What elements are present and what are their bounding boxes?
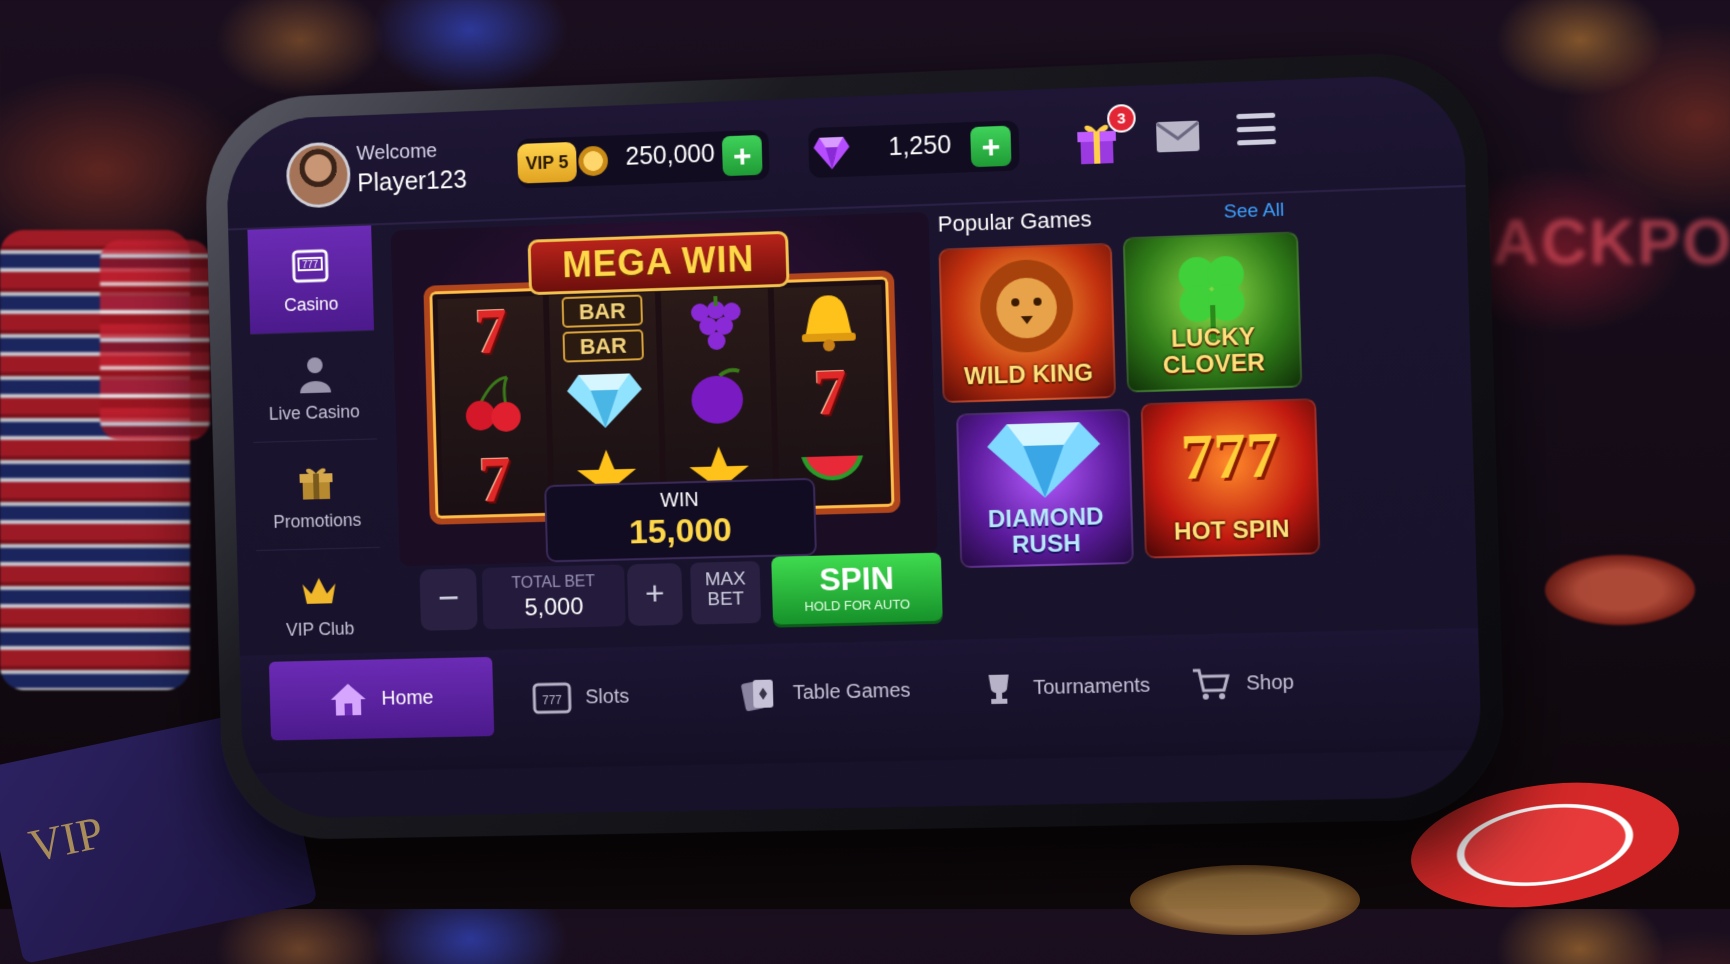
- spin-label: SPIN: [818, 559, 895, 598]
- spin-sub-label: HOLD FOR AUTO: [804, 596, 911, 614]
- decrease-bet-button[interactable]: −: [419, 568, 478, 631]
- game-tile-lucky-clover[interactable]: LUCKY CLOVER: [1122, 231, 1303, 393]
- game-tile-diamond-rush[interactable]: DIAMOND RUSH: [956, 408, 1134, 569]
- 777-icon: 777: [1179, 418, 1280, 494]
- nav-label: Slots: [585, 685, 630, 708]
- gold-poker-chip: [1130, 865, 1360, 935]
- add-coins-button[interactable]: +: [721, 134, 763, 177]
- see-all-link[interactable]: See All: [1223, 199, 1284, 223]
- seven-symbol: 7: [477, 443, 513, 517]
- jackpot-sign: JACKPOT: [1455, 206, 1730, 278]
- game-tile-wild-king[interactable]: WILD KING: [938, 242, 1117, 404]
- gem-balance: 1,250: [888, 130, 952, 162]
- sidebar-item-live-casino[interactable]: Live Casino: [250, 333, 377, 443]
- increase-bet-button[interactable]: +: [626, 563, 683, 627]
- crown-icon: [302, 577, 336, 604]
- slot-machine-icon: 777: [290, 245, 330, 286]
- reel-4: 7: [773, 284, 888, 502]
- sidebar-item-label: VIP Club: [285, 618, 355, 640]
- game-title: HOT SPIN: [1173, 515, 1291, 546]
- game-title: WILD KING: [963, 359, 1094, 391]
- svg-text:777: 777: [302, 260, 318, 271]
- svg-text:777: 777: [542, 693, 562, 707]
- menu-icon[interactable]: [1236, 112, 1277, 151]
- total-bet-value: 5,000: [524, 593, 584, 622]
- popular-games-title: Popular Games: [937, 206, 1093, 237]
- dealer-icon: [299, 357, 332, 394]
- welcome-text: Welcome: [356, 140, 438, 165]
- bar-bar-symbol: BAR BAR: [549, 292, 657, 365]
- reel-3: [660, 288, 774, 505]
- bar-label: BAR: [562, 329, 644, 363]
- nav-label: Tournaments: [1032, 674, 1151, 699]
- cherries-icon: [439, 367, 546, 439]
- plum-icon: [663, 360, 772, 433]
- diamond-icon: [551, 364, 659, 437]
- username: Player123: [356, 165, 468, 198]
- nav-table-games[interactable]: Table Games: [738, 641, 912, 745]
- game-title: DIAMOND RUSH: [961, 503, 1132, 560]
- sidebar: 777 Casino Live Casino Promotions VIP Cl…: [247, 225, 383, 667]
- sidebar-item-label: Live Casino: [268, 401, 361, 424]
- nav-label: Table Games: [792, 679, 911, 704]
- win-amount: 15,000: [628, 510, 733, 552]
- lion-icon: [978, 258, 1075, 354]
- game-title-line2: RUSH: [1011, 529, 1082, 559]
- vip-card-text: VIP: [24, 806, 108, 872]
- add-gems-button[interactable]: +: [970, 125, 1012, 168]
- sidebar-item-casino[interactable]: 777 Casino: [247, 225, 375, 335]
- max-bet-button[interactable]: MAX BET: [690, 561, 762, 625]
- sidebar-item-label: Casino: [283, 293, 339, 316]
- spin-button[interactable]: SPIN HOLD FOR AUTO: [771, 552, 943, 625]
- seven-symbol: 7: [812, 355, 848, 430]
- nav-slots[interactable]: 777 Slots: [531, 647, 630, 748]
- max-bet-label-line2: BET: [707, 588, 745, 611]
- slot-machine-icon: 777: [532, 680, 572, 717]
- phone-device: Welcome Player123 VIP 5 250,000 + 1,250 …: [203, 49, 1507, 841]
- nav-label: Home: [381, 686, 434, 710]
- diamond-icon: [986, 421, 1102, 500]
- total-bet-label: TOTAL BET: [511, 573, 596, 593]
- game-tile-777-hot-spin[interactable]: 777 HOT SPIN: [1140, 398, 1321, 559]
- total-bet-display: TOTAL BET 5,000: [481, 564, 626, 630]
- win-display: WIN 15,000: [544, 477, 817, 563]
- background-chip-stack-2: [100, 240, 210, 440]
- home-icon: [330, 683, 367, 716]
- seven-symbol: 7: [473, 295, 509, 369]
- max-bet-label-line1: MAX: [704, 568, 746, 591]
- gem-icon: [814, 136, 850, 170]
- reel-2: BAR BAR: [548, 292, 661, 508]
- gift-count-badge: 3: [1106, 103, 1137, 134]
- sidebar-item-vip-club[interactable]: VIP Club: [256, 551, 383, 658]
- bar-label: BAR: [561, 294, 644, 328]
- cards-icon: [740, 679, 774, 712]
- grapes-icon: [661, 288, 770, 361]
- mega-win-banner: MEGA WIN: [527, 230, 790, 296]
- cart-icon: [1191, 666, 1233, 700]
- nav-tournaments[interactable]: Tournaments: [977, 635, 1151, 739]
- gift-icon: [299, 468, 333, 500]
- background-chip: [1545, 555, 1695, 625]
- vip-badge[interactable]: VIP 5: [517, 141, 577, 184]
- nav-label: Shop: [1245, 670, 1295, 695]
- app-screen: Welcome Player123 VIP 5 250,000 + 1,250 …: [225, 73, 1483, 819]
- game-title: LUCKY CLOVER: [1162, 323, 1266, 380]
- trophy-icon: [988, 674, 1010, 705]
- nav-home[interactable]: Home: [268, 656, 495, 741]
- sidebar-item-label: Promotions: [272, 509, 362, 532]
- coin-balance: 250,000: [625, 139, 716, 171]
- nav-shop[interactable]: Shop: [1190, 632, 1296, 735]
- mail-icon[interactable]: [1155, 120, 1201, 154]
- sidebar-item-promotions[interactable]: Promotions: [253, 442, 380, 552]
- bell-icon: [774, 285, 884, 358]
- avatar[interactable]: [285, 141, 352, 209]
- reel-1: 7 7: [437, 295, 549, 517]
